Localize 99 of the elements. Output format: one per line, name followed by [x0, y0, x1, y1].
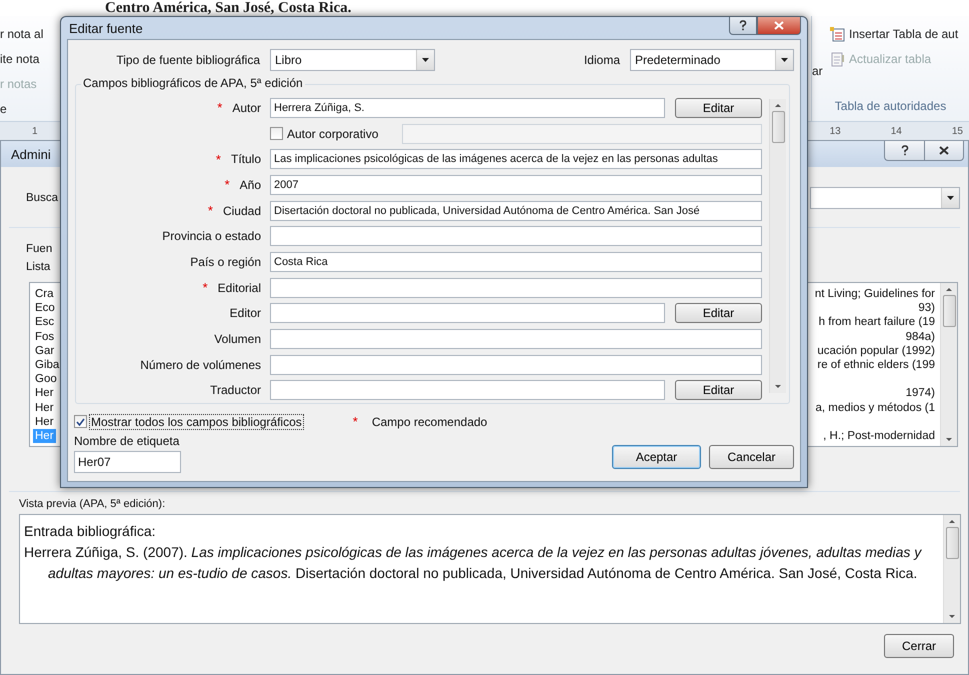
text-field[interactable]: Costa Rica: [270, 252, 762, 272]
preview-label: Vista previa (APA, 5ª edición):: [18, 498, 166, 510]
checkbox[interactable]: [74, 415, 87, 428]
text-field[interactable]: Disertación doctoral no publicada, Universidad Autónoma de Centro América. San José: [270, 200, 762, 221]
dropdown-arrow-icon: [781, 58, 788, 62]
text-field[interactable]: [270, 226, 762, 246]
list-item[interactable]: , H.; Post-modernidad: [821, 428, 937, 444]
field-label: Nombre de etiqueta: [74, 433, 180, 449]
group-title: Campos bibliográficos de APA, 5ª edición: [81, 76, 305, 90]
edit-button[interactable]: Editar: [675, 98, 762, 118]
document-heading: Centro América, San José, Costa Rica.: [104, 0, 352, 16]
field-label: Volumen: [214, 332, 261, 346]
field-label: Editorial: [218, 280, 261, 295]
field-label: Título: [230, 152, 261, 166]
close-button[interactable]: Cerrar: [884, 634, 954, 658]
text-field[interactable]: [270, 380, 665, 400]
search-dropdown[interactable]: [810, 187, 960, 209]
field-label: Provincia o estado: [162, 229, 261, 244]
field-label: Año: [240, 178, 261, 192]
ribbon-command[interactable]: e: [0, 101, 54, 117]
list-item[interactable]: Esc: [33, 315, 56, 330]
text-field[interactable]: [270, 303, 665, 324]
list-item[interactable]: Eco: [33, 301, 57, 316]
close-icon: [774, 21, 784, 30]
ruler-number: 1: [32, 126, 38, 136]
text-field[interactable]: [270, 278, 762, 298]
list-item[interactable]: a, medios y métodos (1: [813, 400, 937, 415]
checkbox-label: Mostrar todos los campos bibliográficos: [90, 414, 303, 428]
ruler-number: 13: [830, 126, 841, 136]
required-mark: *: [217, 100, 222, 116]
text-field[interactable]: [270, 329, 762, 350]
window-title: Admini: [11, 146, 51, 162]
field-label: Número de volúmenes: [140, 358, 261, 372]
field-label: Tipo de fuente bibliográfica: [115, 53, 260, 67]
close-button[interactable]: [757, 17, 801, 35]
required-mark: *: [208, 203, 213, 218]
list-item[interactable]: h from heart failure (19: [816, 315, 937, 330]
insert-table-icon: [830, 26, 846, 42]
list-item[interactable]: Gar: [33, 344, 56, 358]
list-item[interactable]: re of ethnic elders (199: [815, 358, 937, 372]
list-item[interactable]: Goo: [33, 372, 59, 386]
source-type-dropdown[interactable]: Libro: [270, 49, 435, 71]
close-icon: [939, 146, 949, 155]
required-mark: *: [224, 177, 230, 192]
field-label: Ciudad: [222, 204, 261, 218]
help-button[interactable]: [729, 17, 757, 35]
text-field[interactable]: 2007: [270, 174, 762, 195]
field-label: País o región: [190, 254, 261, 269]
text-field[interactable]: Herrera Zúñiga, S.: [270, 98, 665, 118]
text-field[interactable]: [270, 354, 762, 375]
accept-button[interactable]: Aceptar: [612, 445, 701, 469]
dropdown-arrow-icon: [947, 196, 954, 200]
dropdown-arrow-icon: [422, 58, 429, 62]
ribbon-command[interactable]: r nota al: [0, 26, 54, 42]
close-button[interactable]: [924, 141, 964, 161]
list-item[interactable]: Fos: [33, 330, 56, 344]
checkbox-label: Autor corporativo: [287, 126, 378, 141]
list-item[interactable]: 984a): [904, 330, 937, 344]
help-icon: [900, 145, 908, 156]
field-label: Autor: [232, 100, 261, 115]
help-button[interactable]: [884, 141, 924, 161]
check-icon: [76, 418, 85, 426]
ribbon-command[interactable]: ite nota: [0, 51, 54, 67]
list-item[interactable]: Her: [33, 414, 56, 429]
checkbox[interactable]: [270, 127, 283, 140]
document-icon: [830, 52, 846, 66]
field-label: Traductor: [210, 383, 261, 398]
list-item[interactable]: Giba: [33, 358, 62, 372]
cancel-button[interactable]: Cancelar: [709, 445, 794, 469]
preview-heading: Entrada bibliográfica:: [24, 522, 157, 541]
list-item[interactable]: Cra: [33, 287, 56, 302]
window-title: Editar fuente: [69, 20, 143, 36]
help-icon: [739, 20, 747, 31]
ruler-number: 14: [890, 126, 902, 136]
ribbon-command[interactable]: ar: [812, 16, 824, 99]
legend-text: Campo recomendado: [372, 414, 488, 428]
text-field[interactable]: Las implicaciones psicológicas de las imágenes acerca de la vejez en las personas adultas: [270, 149, 762, 170]
required-mark: *: [202, 280, 208, 296]
tag-name-field[interactable]: Her07: [74, 451, 181, 473]
language-dropdown[interactable]: Predeterminado: [630, 49, 794, 71]
ribbon-command[interactable]: Insertar Tabla de aut: [830, 26, 958, 42]
edit-button[interactable]: Editar: [675, 303, 762, 324]
bibliography-entry: Herrera Zúñiga, S. (2007). Las implicaciones psicológicas de las imágenes acerca de la vejez en las personas adultas jóvenes, adultas medias y adultas mayores: un es-tudio de casos. Disertación doctoral no publicada, Universidad Autónoma de Centro América. San José, Costa Rica.: [24, 543, 923, 583]
field-label: Lista: [25, 260, 50, 275]
list-item[interactable]: Her: [33, 400, 56, 415]
edit-button[interactable]: Editar: [675, 380, 762, 400]
list-item[interactable]: 93): [916, 301, 937, 316]
required-mark: *: [352, 414, 358, 429]
list-item[interactable]: nt Living; Guidelines for: [812, 287, 937, 302]
field-label: Fuen: [25, 242, 52, 257]
ribbon-group-label: Tabla de autoridades: [834, 99, 948, 115]
ruler-number: 15: [952, 126, 963, 136]
field-label: Busca: [26, 192, 58, 204]
required-mark: *: [216, 152, 221, 167]
list-item[interactable]: Her: [33, 386, 56, 400]
list-item[interactable]: ucación popular (1992): [815, 344, 937, 358]
field-label: Editor: [230, 306, 261, 320]
list-item[interactable]: 1974): [904, 386, 937, 400]
field-label: Idioma: [584, 53, 620, 67]
